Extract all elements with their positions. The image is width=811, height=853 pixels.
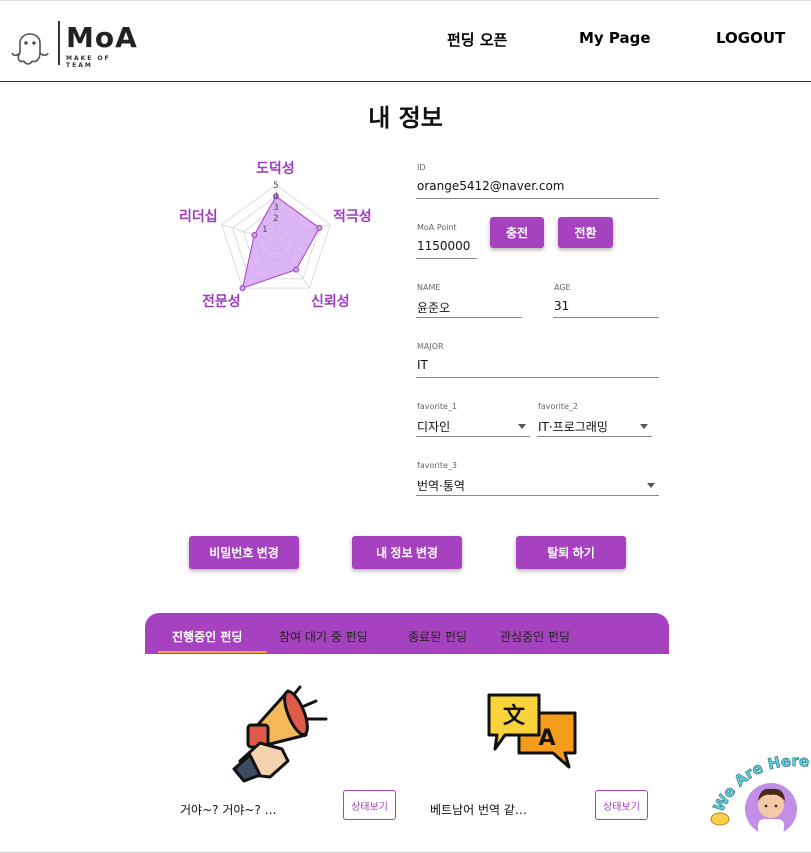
funding-tabs: 진행중인 펀딩 참여 대기 중 펀딩 종료된 펀딩 관심중인 펀딩 (145, 613, 669, 654)
header: MoA MAKE OF TEAM 펀딩 오픈 My Page LOGOUT (0, 1, 811, 82)
tab-finished[interactable]: 종료된 펀딩 (408, 628, 467, 645)
favorite-2-select[interactable]: favorite_2 IT·프로그래밍 (537, 402, 652, 437)
radar-tick: 3 (273, 203, 279, 213)
radar-label-activeness: 적극성 (333, 209, 372, 225)
radar-label-expertise: 전문성 (202, 294, 241, 310)
radar-tick: 4 (273, 192, 279, 202)
favorite-2-label: favorite_2 (538, 402, 579, 411)
nav-logout[interactable]: LOGOUT (716, 29, 785, 47)
radar-value-point (251, 231, 258, 238)
change-info-button[interactable]: 내 정보 변경 (352, 536, 462, 569)
favorite-2-value: IT·프로그래밍 (538, 420, 608, 434)
active-tab-indicator (158, 651, 267, 653)
card-title[interactable]: 거야~? 거야~? … (180, 801, 277, 818)
dropdown-caret-icon (518, 424, 526, 429)
we-are-here-badge[interactable]: We Are Here! (708, 753, 811, 843)
charge-button[interactable]: 충전 (490, 217, 544, 248)
logo-subtitle: MAKE OF TEAM (66, 55, 111, 69)
point-field[interactable]: MoA Point 1150000 (416, 223, 477, 259)
tab-waiting[interactable]: 참여 대기 중 펀딩 (279, 628, 368, 645)
point-value: 1150000 (417, 239, 471, 253)
dropdown-caret-icon (647, 483, 655, 488)
favorite-1-value: 디자인 (417, 420, 451, 434)
tab-in-progress[interactable]: 진행중인 펀딩 (172, 628, 242, 645)
favorite-1-label: favorite_1 (417, 402, 458, 411)
megaphone-icon (232, 685, 328, 783)
radar-chart: 도덕성 적극성 신뢰성 전문성 리더십 5 4 3 2 1 (160, 151, 390, 321)
major-field[interactable]: MAJOR IT (416, 342, 659, 378)
card-title[interactable]: 베트남어 번역 같… (430, 801, 527, 818)
radar-label-trust: 신뢰성 (311, 294, 350, 310)
svg-text:文: 文 (503, 703, 526, 729)
translate-icon: A 文 (487, 693, 577, 769)
nav-my-page[interactable]: My Page (579, 29, 651, 47)
point-label: MoA Point (417, 223, 457, 232)
status-view-button[interactable]: 상태보기 (343, 790, 396, 820)
name-label: NAME (417, 283, 441, 292)
radar-value-point (293, 266, 300, 273)
convert-button[interactable]: 전환 (558, 217, 613, 248)
favorite-1-select[interactable]: favorite_1 디자인 (416, 402, 530, 437)
name-field[interactable]: NAME 윤준오 (416, 283, 522, 318)
logo[interactable]: MoA MAKE OF TEAM (10, 19, 140, 69)
change-password-button[interactable]: 비밀번호 변경 (189, 536, 299, 569)
radar-tick: 2 (273, 214, 279, 224)
we-are-here-graphic: We Are Here! (708, 753, 810, 835)
radar-tick: 1 (262, 225, 268, 235)
favorite-3-label: favorite_3 (417, 461, 458, 470)
id-label: ID (417, 163, 426, 172)
major-value: IT (417, 358, 428, 372)
age-label: AGE (554, 283, 571, 292)
logo-text: MoA (66, 21, 138, 54)
name-value: 윤준오 (417, 301, 451, 315)
id-value: orange5412@naver.com (417, 179, 565, 193)
page: MoA MAKE OF TEAM 펀딩 오픈 My Page LOGOUT 내 … (0, 0, 811, 853)
status-view-button[interactable]: 상태보기 (595, 790, 648, 820)
ghost-icon (11, 33, 49, 65)
dropdown-caret-icon (640, 424, 648, 429)
id-field[interactable]: ID orange5412@naver.com (416, 163, 659, 199)
radar-value-point (316, 224, 323, 231)
page-title: 내 정보 (368, 104, 443, 132)
age-value: 31 (554, 299, 570, 313)
major-label: MAJOR (417, 342, 444, 351)
nav-funding-open[interactable]: 펀딩 오픈 (447, 29, 507, 50)
radar-label-leadership: 리더십 (179, 209, 218, 225)
age-field[interactable]: AGE 31 (553, 283, 659, 318)
radar-value-point (239, 285, 246, 292)
svg-text:A: A (538, 726, 555, 751)
favorite-3-value: 번역·통역 (417, 479, 465, 493)
radar-value-area (241, 195, 321, 289)
radar-label-morality: 도덕성 (256, 161, 295, 177)
radar-tick: 5 (273, 181, 279, 191)
tab-interested[interactable]: 관심중인 펀딩 (500, 628, 570, 645)
logo-divider (58, 21, 60, 65)
withdraw-button[interactable]: 탈퇴 하기 (516, 536, 626, 569)
favorite-3-select[interactable]: favorite_3 번역·통역 (416, 461, 659, 496)
